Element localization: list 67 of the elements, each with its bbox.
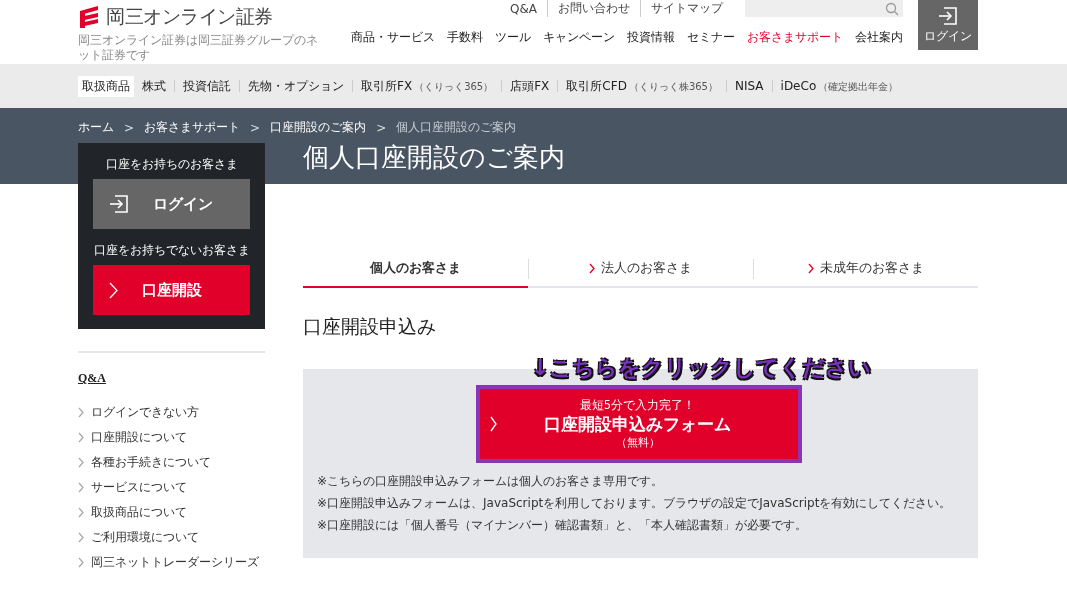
- category-link[interactable]: 先物・オプション: [244, 75, 348, 97]
- chevron-icon: [807, 262, 814, 274]
- chevron-icon: [78, 407, 84, 418]
- section-heading: 口座開設申込み: [303, 314, 437, 339]
- category-link[interactable]: 株式: [138, 75, 170, 97]
- chevron-icon: [78, 457, 84, 468]
- category-link[interactable]: 取扱商品: [78, 75, 134, 97]
- category-link[interactable]: NISA: [730, 77, 768, 95]
- logo-text[interactable]: 岡三オンライン証券: [106, 4, 273, 30]
- breadcrumb-separator: >: [124, 120, 135, 135]
- qa-heading-link[interactable]: Q&A: [78, 371, 106, 386]
- nav-link[interactable]: お客さまサポート: [747, 29, 843, 46]
- search-icon: [885, 1, 899, 16]
- qa-link[interactable]: ご利用環境について: [78, 529, 265, 546]
- page-title: 個人口座開設のご案内: [303, 141, 566, 174]
- category-link[interactable]: 取引所CFD （くりっく株365）: [562, 75, 722, 97]
- qa-link[interactable]: サービスについて: [78, 479, 265, 496]
- chevron-icon: [78, 482, 84, 493]
- nav-link[interactable]: 手数料: [447, 29, 483, 46]
- nav-link[interactable]: ツール: [495, 29, 531, 46]
- category-link[interactable]: iDeCo （確定拠出年金）: [776, 76, 903, 96]
- chevron-icon: [78, 432, 84, 443]
- utility-link[interactable]: サイトマップ: [640, 0, 733, 17]
- apply-form-button[interactable]: 最短5分で入力完了！ 口座開設申込みフォーム （無料）: [476, 385, 802, 463]
- qa-link[interactable]: 口座開設について: [78, 429, 265, 446]
- utility-link[interactable]: お問い合わせ: [547, 0, 640, 17]
- note-text: ※口座開設には「個人番号（マイナンバー）確認書類」と、「本人確認書類」が必要です。: [317, 517, 809, 534]
- nav-link[interactable]: 会社案内: [855, 29, 903, 46]
- login-button[interactable]: ログイン: [93, 179, 250, 229]
- panel-label: 口座をお持ちのお客さま: [105, 157, 238, 172]
- breadcrumb-link[interactable]: お客さまサポート: [144, 119, 241, 136]
- tagline: 岡三オンライン証券は岡三証券グループのネット証券です: [78, 33, 319, 63]
- category-link[interactable]: 取引所FX （くりっく365）: [357, 75, 498, 97]
- chevron-icon: [78, 532, 84, 543]
- tab[interactable]: 個人のお客さま: [303, 250, 528, 288]
- breadcrumb-separator: >: [376, 120, 387, 135]
- category-link[interactable]: 投資信託: [179, 75, 235, 97]
- panel-label: 口座をお持ちでないお客さま: [93, 243, 250, 258]
- login-button[interactable]: ログイン: [918, 0, 978, 50]
- chevron-icon: [78, 557, 84, 568]
- search-field[interactable]: [745, 0, 903, 17]
- qa-link[interactable]: 岡三ネットトレーダーシリーズ: [78, 554, 265, 571]
- open-account-button[interactable]: 口座開設: [93, 265, 250, 315]
- note-text: ※こちらの口座開設申込みフォームは個人のお客さま専用です。: [317, 473, 665, 490]
- nav-link[interactable]: 投資情報: [627, 29, 675, 46]
- breadcrumb-link[interactable]: 口座開設のご案内: [270, 119, 367, 136]
- chevron-icon: [490, 416, 497, 432]
- utility-link[interactable]: Q&A: [500, 1, 547, 16]
- chevron-icon: [589, 262, 595, 274]
- note-text: ※口座開設申込みフォームは、JavaScriptを利用しております。ブラウザの設定でJavaScriptを有効にしてください。: [317, 495, 953, 512]
- logo-icon: [78, 5, 100, 29]
- login-icon: [109, 194, 129, 214]
- breadcrumb-link[interactable]: ホーム: [78, 119, 114, 136]
- annotation-text: ↓こちらをクリックしてください: [531, 354, 872, 382]
- qa-link[interactable]: 各種お手続きについて: [78, 454, 265, 471]
- tab[interactable]: 法人のお客さま: [528, 250, 753, 288]
- nav-link[interactable]: セミナー: [687, 29, 735, 46]
- login-icon: [938, 5, 958, 26]
- qa-link[interactable]: 取扱商品について: [78, 504, 265, 521]
- chevron-icon: [109, 281, 118, 299]
- tab[interactable]: 未成年のお客さま: [753, 250, 978, 288]
- nav-link[interactable]: キャンペーン: [543, 29, 615, 46]
- nav-link[interactable]: 商品・サービス: [351, 29, 435, 46]
- category-link[interactable]: 店頭FX: [506, 75, 554, 97]
- qa-link[interactable]: ログインできない方: [78, 404, 265, 421]
- chevron-icon: [78, 507, 84, 518]
- breadcrumb-separator: >: [250, 120, 261, 135]
